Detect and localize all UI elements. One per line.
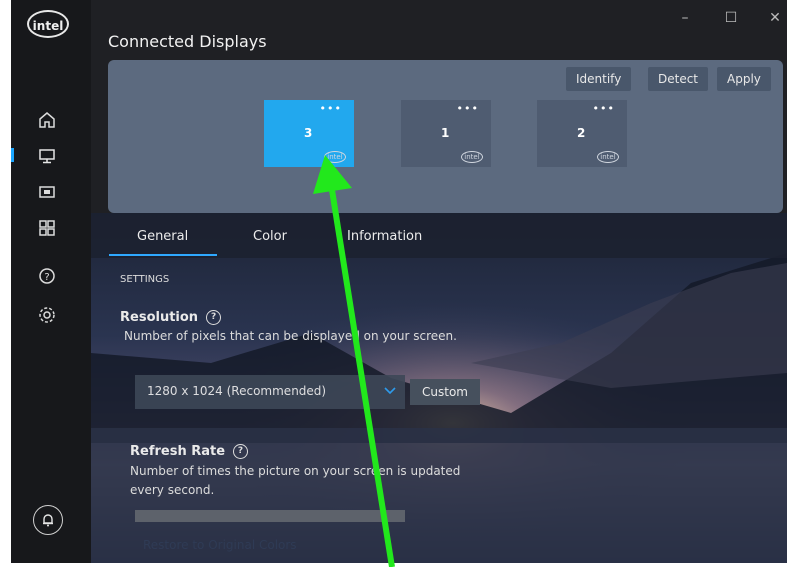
resolution-dropdown[interactable]: 1280 x 1024 (Recommended): [135, 375, 405, 409]
refresh-rate-dropdown[interactable]: [135, 510, 405, 522]
refresh-rate-label: Refresh Rate: [130, 444, 226, 459]
svg-text:?: ?: [44, 272, 49, 283]
help-icon[interactable]: ?: [37, 266, 57, 286]
chevron-down-icon: [384, 387, 396, 395]
apply-button[interactable]: Apply: [717, 67, 771, 91]
video-icon[interactable]: [37, 182, 57, 202]
active-tab-indicator: [109, 254, 217, 256]
resolution-description: Number of pixels that can be displayed o…: [124, 329, 457, 343]
monitor-1[interactable]: ••• 1 intel: [401, 100, 491, 167]
refresh-rate-description-line2: every second.: [130, 483, 215, 497]
settings-icon[interactable]: [37, 305, 57, 325]
active-nav-indicator: [11, 148, 14, 162]
bell-icon[interactable]: [33, 505, 63, 535]
minimize-button[interactable]: –: [675, 8, 695, 28]
display-icon[interactable]: [37, 146, 57, 166]
apps-grid-icon[interactable]: [37, 218, 57, 238]
settings-content: General Color Information SETTINGS Resol…: [91, 213, 787, 563]
monitor-2[interactable]: ••• 2 intel: [537, 100, 627, 167]
tab-color[interactable]: Color: [253, 229, 287, 244]
page-title: Connected Displays: [108, 32, 267, 51]
monitor-number: 2: [577, 126, 586, 140]
monitor-menu-icon[interactable]: •••: [593, 102, 615, 115]
close-button[interactable]: ✕: [765, 8, 785, 28]
intel-logo-icon: intel: [461, 151, 483, 163]
restore-colors-link[interactable]: Restore to Original Colors: [143, 538, 297, 552]
refresh-rate-heading: Refresh Rate?: [130, 444, 249, 459]
resolution-label: Resolution: [120, 310, 199, 325]
tab-information[interactable]: Information: [347, 229, 422, 244]
monitor-3[interactable]: ••• 3 intel: [264, 100, 354, 167]
monitor-number: 1: [441, 126, 450, 140]
detect-button[interactable]: Detect: [648, 67, 709, 91]
monitor-menu-icon[interactable]: •••: [457, 102, 479, 115]
custom-resolution-button[interactable]: Custom: [410, 379, 480, 405]
resolution-heading: Resolution?: [120, 310, 222, 325]
monitor-menu-icon[interactable]: •••: [320, 102, 342, 115]
resolution-value: 1280 x 1024 (Recommended): [147, 384, 327, 398]
display-arrangement-panel: Identify Detect Apply ••• 3 intel ••• 1 …: [108, 60, 783, 213]
intel-logo-icon: intel: [597, 151, 619, 163]
tab-general[interactable]: General: [137, 229, 188, 244]
help-icon[interactable]: ?: [233, 444, 249, 459]
settings-section-label: SETTINGS: [120, 274, 170, 285]
sidebar: intel ?: [11, 0, 91, 563]
monitor-number: 3: [304, 126, 313, 140]
intel-graphics-app: intel ? – ☐ ✕ Connected Displays Identif…: [11, 0, 787, 563]
maximize-button[interactable]: ☐: [721, 8, 741, 28]
intel-logo-icon: intel: [324, 151, 346, 163]
identify-button[interactable]: Identify: [566, 67, 632, 91]
intel-logo: intel: [27, 10, 69, 38]
home-icon[interactable]: [37, 110, 57, 130]
refresh-rate-description-line1: Number of times the picture on your scre…: [130, 464, 461, 478]
help-icon[interactable]: ?: [206, 310, 222, 325]
